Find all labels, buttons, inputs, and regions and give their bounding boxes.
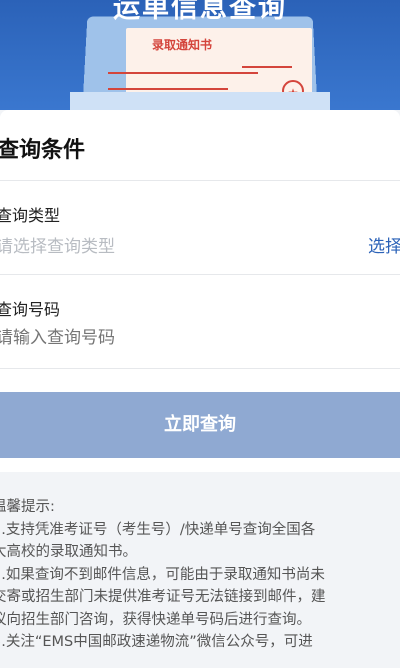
tips-heading: 温馨提示: — [0, 499, 55, 515]
tip-line: 1.支持凭准考证号（考生号）/快递单号查询全国各 — [0, 521, 316, 538]
divider — [0, 368, 400, 369]
section-title: 查询条件 — [0, 138, 86, 163]
letter-line — [242, 66, 292, 68]
letter-line — [108, 72, 258, 74]
query-number-label: 查询号码 — [0, 300, 61, 319]
divider — [0, 274, 400, 275]
tip-line: 大高校的录取通知书。 — [0, 544, 137, 560]
submit-query-button[interactable]: 立即查询 — [0, 392, 400, 458]
query-number-input[interactable] — [0, 328, 326, 348]
tip-line: 3.关注“EMS中国邮政速递物流”微信公众号，可进 — [0, 634, 313, 650]
letter-title: 录取通知书 — [152, 38, 213, 52]
query-type-select[interactable]: 请选择查询类型 — [0, 232, 326, 257]
select-type-button[interactable]: 选择 — [368, 232, 400, 257]
tip-line: 2.如果查询不到邮件信息，可能由于录取通知书尚未 — [0, 566, 325, 583]
page-title: 运单信息查询 — [113, 0, 287, 24]
banner: 录取通知书 ★ 运单信息查询 — [0, 0, 400, 110]
letter-line — [108, 88, 228, 90]
divider — [0, 180, 400, 181]
tips-section: 温馨提示: 1.支持凭准考证号（考生号）/快递单号查询全国各 大高校的录取通知书… — [0, 496, 400, 654]
query-type-label: 查询类型 — [0, 206, 61, 225]
tip-line: 议向招生部门咨询，获得快递单号码后进行查询。 — [0, 611, 311, 628]
envelope-front — [70, 92, 330, 110]
tip-line: 交寄或招生部门未提供准考证号无法链接到邮件，建 — [0, 589, 326, 605]
